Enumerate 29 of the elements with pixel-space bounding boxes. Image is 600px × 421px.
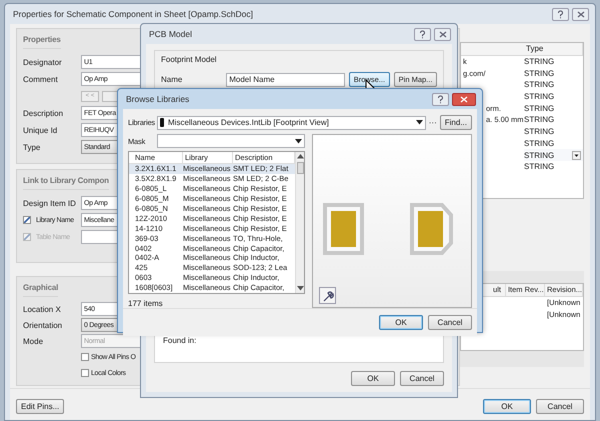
table-cell: STRING [524, 127, 554, 136]
table-cell: STRING [524, 162, 554, 172]
table-cell: STRING [524, 115, 554, 124]
section-heading: Link to Library Compon [23, 173, 109, 190]
group-title: Footprint Model [161, 55, 218, 64]
table-cell: STRING [524, 80, 554, 90]
section-heading: Graphical [23, 280, 58, 297]
field-label: Comment [23, 74, 59, 84]
field-label: Description [23, 108, 64, 118]
field-label: Designator [23, 58, 63, 66]
table-cell: STRING [524, 57, 554, 66]
field-label: Unique Id [23, 126, 58, 134]
field-label: Type [23, 142, 42, 152]
item-count: 177 items [128, 298, 164, 308]
table-cell: STRING [524, 138, 554, 148]
section-heading: Properties [23, 32, 61, 49]
field-label: Design Item ID [23, 198, 77, 208]
field-label: Location X [23, 304, 62, 314]
table-cell: STRING [524, 104, 554, 113]
window-title: PCB Model [149, 29, 192, 39]
window-title: Browse Libraries [126, 94, 190, 104]
window-title: Properties for Schematic Component in Sheet [Opamp.SchDoc] [13, 9, 254, 19]
field-label: Name [161, 75, 184, 84]
table-cell: STRING [524, 150, 554, 160]
field-label: Mode [23, 336, 44, 346]
table-cell: STRING [524, 92, 554, 102]
field-label: Orientation [23, 320, 64, 330]
field-label: Found in: [163, 336, 196, 345]
table-cell: STRING [524, 68, 554, 78]
